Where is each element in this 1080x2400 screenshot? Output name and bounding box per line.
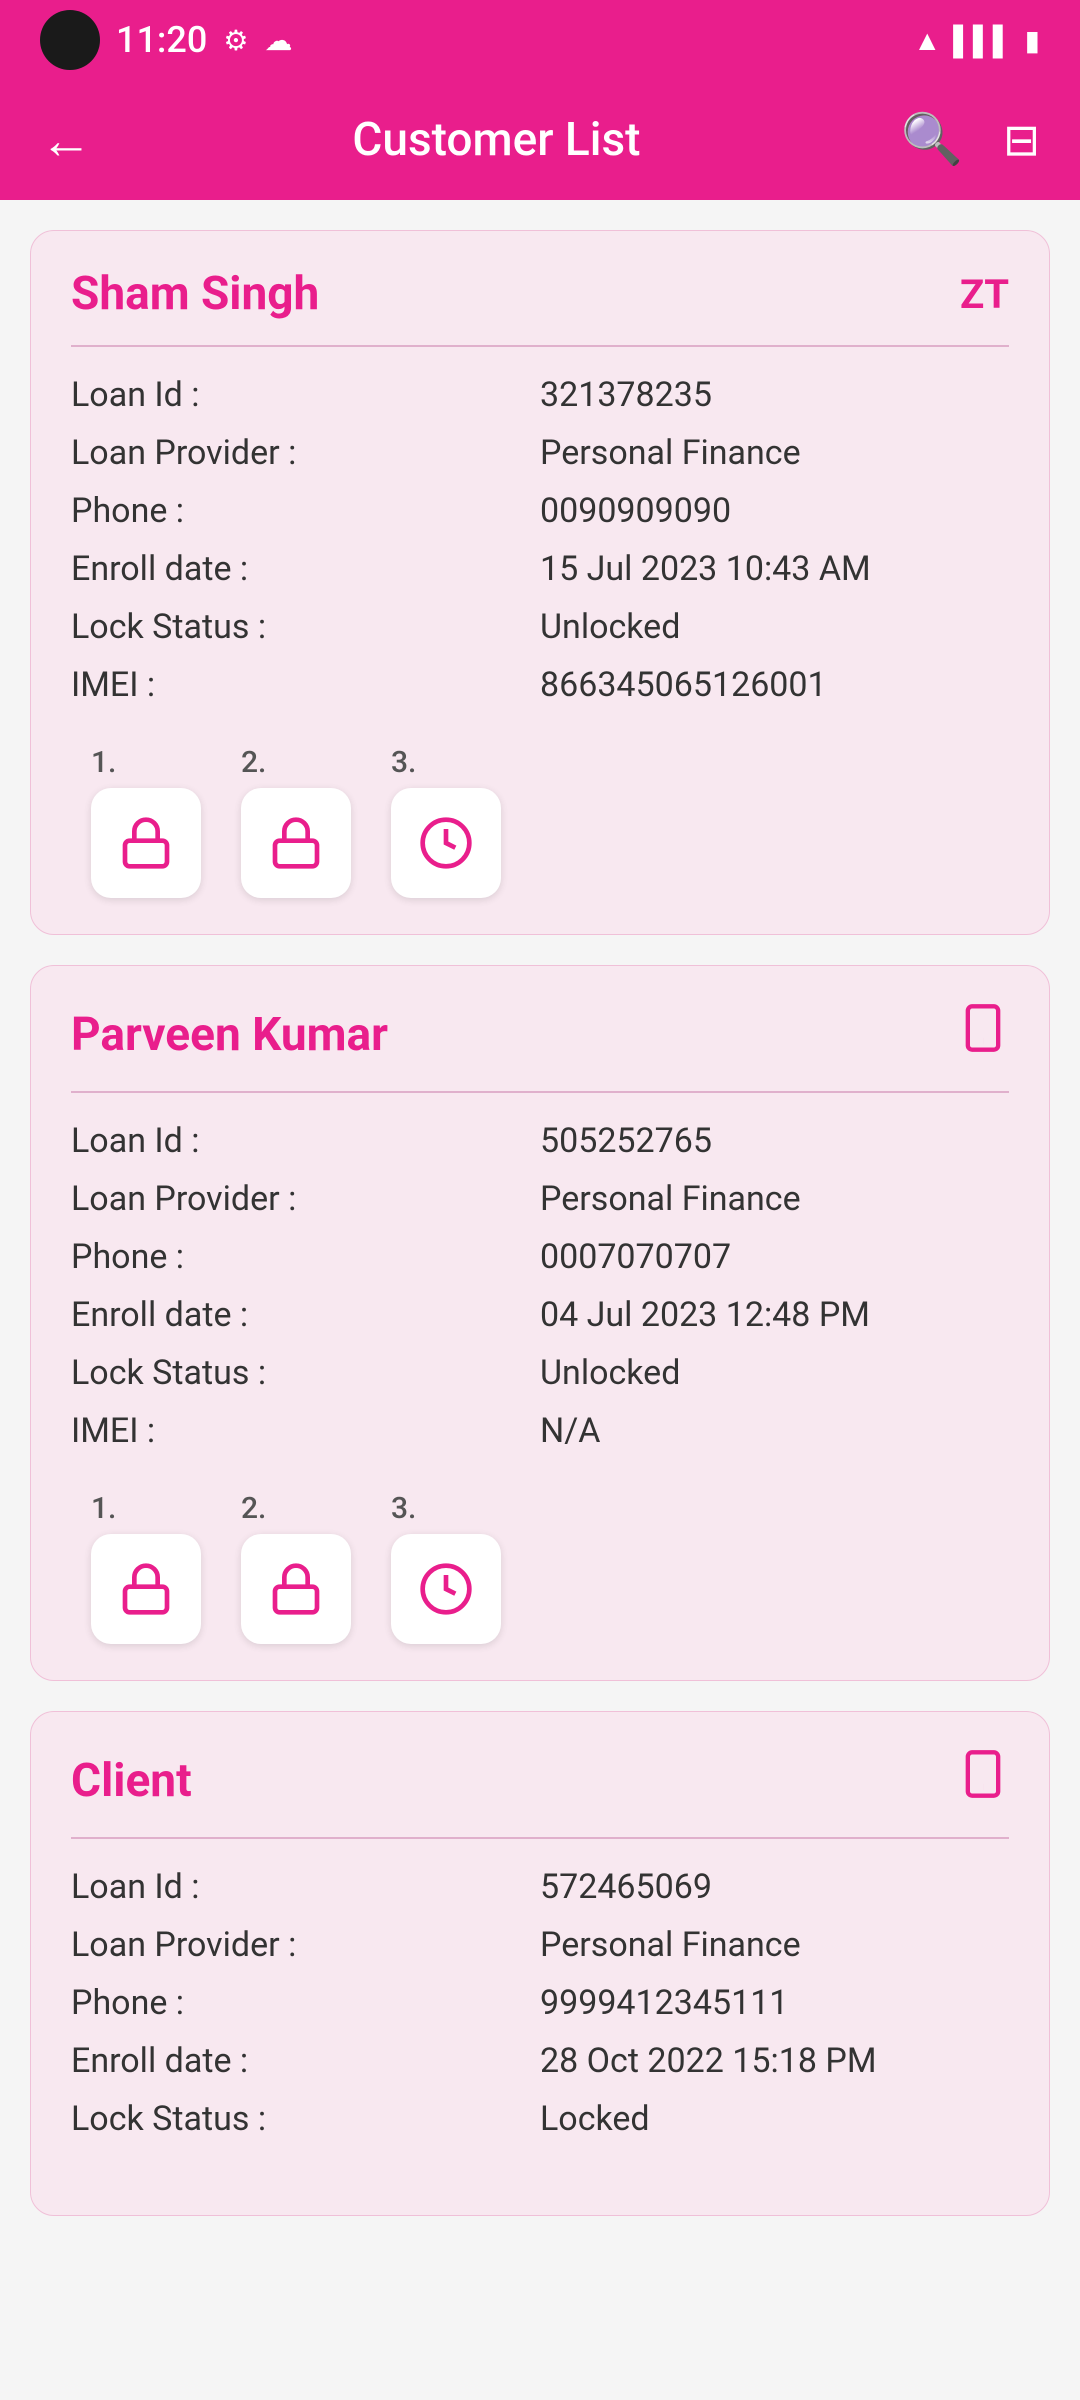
card-divider-1 <box>71 1091 1009 1093</box>
chart-icon-1-2 <box>418 1561 474 1617</box>
card-badge-0: ZT <box>960 271 1009 318</box>
smartphone-icon-1 <box>957 1002 1009 1054</box>
label-phone-0: Phone : <box>71 491 540 531</box>
action-btn-wrap-0-0: 1. <box>91 745 201 898</box>
label-enroll-date-1: Enroll date : <box>71 1295 540 1335</box>
value-imei-0: 866345065126001 <box>540 665 1009 705</box>
search-button[interactable]: 🔍 <box>891 101 973 179</box>
wifi-icon: ▲ <box>913 24 941 57</box>
customer-list: Sham Singh ZT Loan Id : 321378235 Loan P… <box>0 200 1080 2246</box>
value-phone-0: 0090909090 <box>540 491 1009 531</box>
back-button[interactable]: ← <box>30 100 102 181</box>
app-bar: ← Customer List 🔍 ⊟ <box>0 80 1080 200</box>
label-lock-status-2: Lock Status : <box>71 2099 540 2139</box>
value-loan-id-0: 321378235 <box>540 375 1009 415</box>
card-header-0: Sham Singh ZT <box>71 267 1009 321</box>
label-imei-1: IMEI : <box>71 1411 540 1451</box>
card-header-1: Parveen Kumar <box>71 1002 1009 1067</box>
status-bar-left: 11:20 ⚙ ☁ <box>40 10 292 70</box>
action-num-0-0: 1. <box>91 745 116 780</box>
action-btn-wrap-0-1: 2. <box>241 745 351 898</box>
label-loan-id-2: Loan Id : <box>71 1867 540 1907</box>
page-title: Customer List <box>122 113 871 167</box>
value-lock-status-2: Locked <box>540 2099 1009 2139</box>
action-num-0-2: 3. <box>391 745 416 780</box>
label-loan-provider-2: Loan Provider : <box>71 1925 540 1965</box>
customer-name-2: Client <box>71 1754 192 1808</box>
card-info-1: Loan Id : 505252765 Loan Provider : Pers… <box>71 1121 1009 1451</box>
label-loan-provider-1: Loan Provider : <box>71 1179 540 1219</box>
action-btn-wrap-0-2: 3. <box>391 745 501 898</box>
value-imei-1: N/A <box>540 1411 1009 1451</box>
customer-card-1: Parveen Kumar Loan Id : 505252765 Loan P… <box>30 965 1050 1681</box>
label-lock-status-1: Lock Status : <box>71 1353 540 1393</box>
action-num-1-0: 1. <box>91 1491 116 1526</box>
value-loan-provider-0: Personal Finance <box>540 433 1009 473</box>
label-phone-2: Phone : <box>71 1983 540 2023</box>
settings-icon: ⚙ <box>223 24 248 57</box>
lock-icon-1-1 <box>268 1561 324 1617</box>
status-circle-icon <box>40 10 100 70</box>
customer-card-2: Client Loan Id : 572465069 Loan Provider… <box>30 1711 1050 2216</box>
label-loan-provider-0: Loan Provider : <box>71 433 540 473</box>
status-time: 11:20 <box>116 19 207 61</box>
card-info-0: Loan Id : 321378235 Loan Provider : Pers… <box>71 375 1009 705</box>
action-num-1-2: 3. <box>391 1491 416 1526</box>
card-divider-2 <box>71 1837 1009 1839</box>
chart-button-0-2[interactable] <box>391 788 501 898</box>
value-enroll-date-2: 28 Oct 2022 15:18 PM <box>540 2041 1009 2081</box>
label-loan-id-1: Loan Id : <box>71 1121 540 1161</box>
value-lock-status-0: Unlocked <box>540 607 1009 647</box>
action-btn-wrap-1-1: 2. <box>241 1491 351 1644</box>
lock-button-1-0[interactable] <box>91 1534 201 1644</box>
customer-name-0: Sham Singh <box>71 267 319 321</box>
chart-button-1-2[interactable] <box>391 1534 501 1644</box>
customer-card-0: Sham Singh ZT Loan Id : 321378235 Loan P… <box>30 230 1050 935</box>
customer-name-1: Parveen Kumar <box>71 1008 388 1062</box>
value-lock-status-1: Unlocked <box>540 1353 1009 1393</box>
action-num-0-1: 2. <box>241 745 266 780</box>
action-btn-wrap-1-2: 3. <box>391 1491 501 1644</box>
lock-button-0-1[interactable] <box>241 788 351 898</box>
smartphone-icon-2 <box>957 1748 1009 1800</box>
action-buttons-0: 1. 2. 3. <box>71 745 1009 898</box>
filter-button[interactable]: ⊟ <box>993 104 1050 176</box>
action-buttons-1: 1. 2. 3. <box>71 1491 1009 1644</box>
chart-icon-0-2 <box>418 815 474 871</box>
value-loan-id-2: 572465069 <box>540 1867 1009 1907</box>
value-loan-provider-2: Personal Finance <box>540 1925 1009 1965</box>
label-enroll-date-0: Enroll date : <box>71 549 540 589</box>
lock-button-1-1[interactable] <box>241 1534 351 1644</box>
label-enroll-date-2: Enroll date : <box>71 2041 540 2081</box>
battery-icon: ▮ <box>1025 24 1040 57</box>
action-num-1-1: 2. <box>241 1491 266 1526</box>
value-phone-1: 0007070707 <box>540 1237 1009 1277</box>
phone-icon-badge-2 <box>957 1748 1009 1813</box>
value-enroll-date-0: 15 Jul 2023 10:43 AM <box>540 549 1009 589</box>
label-lock-status-0: Lock Status : <box>71 607 540 647</box>
lock-icon-1-0 <box>118 1561 174 1617</box>
cloud-icon: ☁ <box>264 24 292 57</box>
signal-icon: ▌▌▌ <box>953 24 1013 57</box>
lock-icon-0-0 <box>118 815 174 871</box>
card-header-2: Client <box>71 1748 1009 1813</box>
label-imei-0: IMEI : <box>71 665 540 705</box>
phone-icon-badge-1 <box>957 1002 1009 1067</box>
lock-icon-0-1 <box>268 815 324 871</box>
status-right-icons: ▲ ▌▌▌ ▮ <box>913 24 1040 57</box>
card-info-2: Loan Id : 572465069 Loan Provider : Pers… <box>71 1867 1009 2139</box>
lock-button-0-0[interactable] <box>91 788 201 898</box>
card-divider-0 <box>71 345 1009 347</box>
value-enroll-date-1: 04 Jul 2023 12:48 PM <box>540 1295 1009 1335</box>
value-loan-provider-1: Personal Finance <box>540 1179 1009 1219</box>
value-loan-id-1: 505252765 <box>540 1121 1009 1161</box>
status-bar: 11:20 ⚙ ☁ ▲ ▌▌▌ ▮ <box>0 0 1080 80</box>
label-phone-1: Phone : <box>71 1237 540 1277</box>
action-btn-wrap-1-0: 1. <box>91 1491 201 1644</box>
label-loan-id-0: Loan Id : <box>71 375 540 415</box>
value-phone-2: 9999412345111 <box>540 1983 1009 2023</box>
